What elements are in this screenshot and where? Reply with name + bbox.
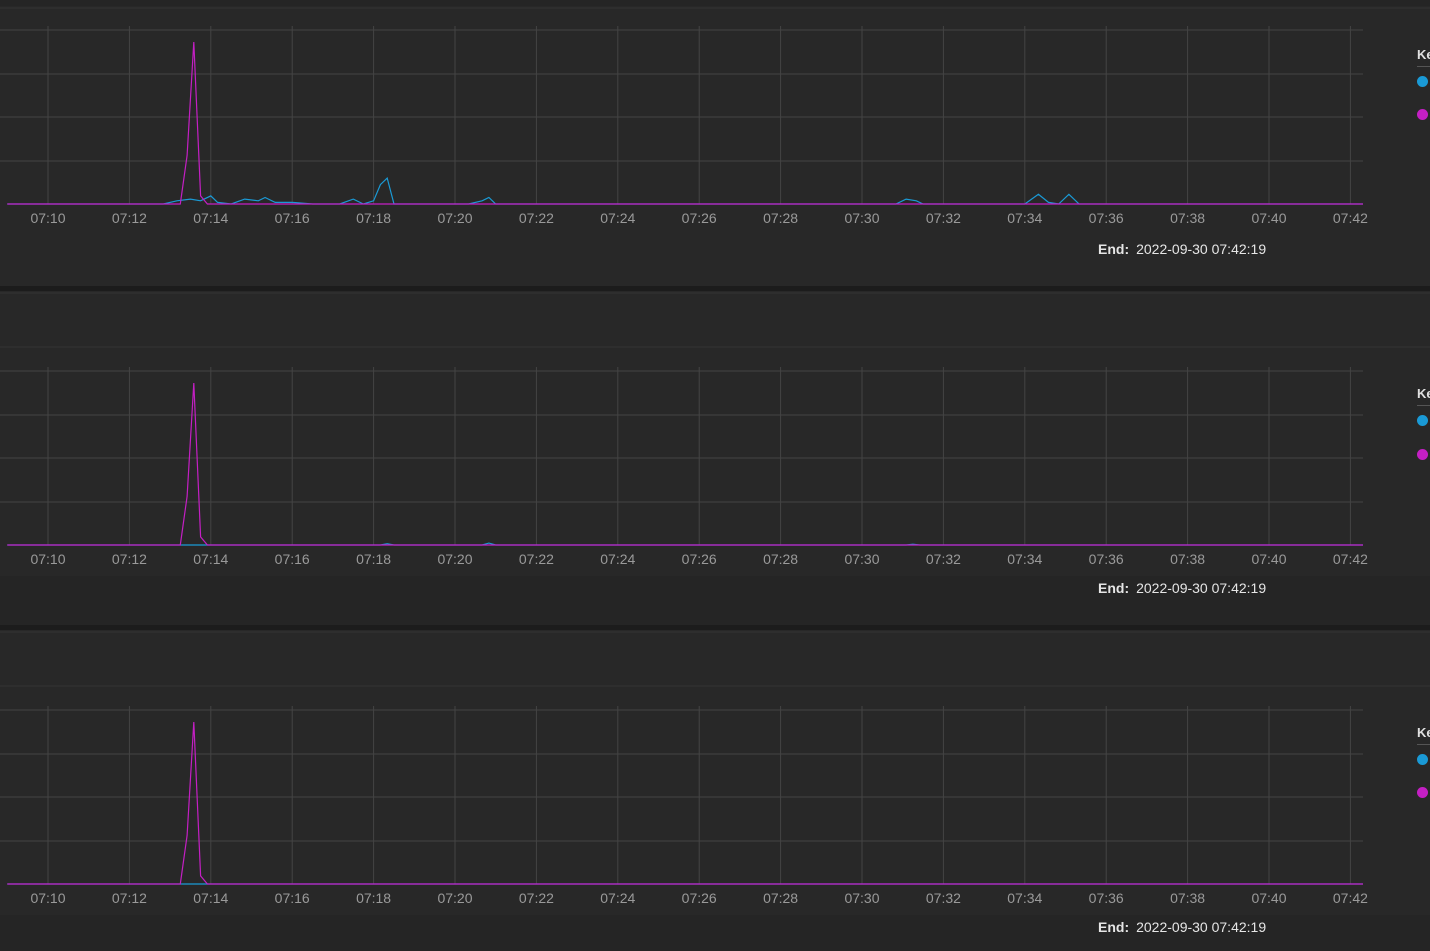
x-tick-label: 07:10 [30,890,65,906]
x-tick-label: 07:34 [1007,210,1042,226]
x-tick-label: 07:24 [600,210,635,226]
legend-dot-magenta[interactable] [1417,787,1428,798]
legend: Ke [1417,386,1430,460]
line-chart: 07:10 07:12 07:14 07:16 07:18 07:20 07:22 07:24… [0,631,1430,906]
x-tick-label: 07:12 [112,210,147,226]
x-tick-label: 07:22 [519,551,554,567]
x-tick-label: 07:32 [926,890,961,906]
x-tick-label: 07:26 [682,551,717,567]
legend-dot-blue[interactable] [1417,76,1428,87]
x-tick-label: 07:32 [926,551,961,567]
end-label: End: [1098,919,1130,935]
end-value: 2022-09-30 07:42:19 [1136,919,1267,935]
legend-title: Ke [1417,386,1430,406]
x-tick-label: 07:10 [30,551,65,567]
end-time-row: End: 2022-09-30 07:42:19 [1098,241,1266,257]
x-tick-label: 07:24 [600,551,635,567]
x-tick-label: 07:40 [1251,890,1286,906]
x-tick-label: 07:38 [1170,210,1205,226]
x-tick-label: 07:40 [1251,210,1286,226]
legend-title: Ke [1417,47,1430,67]
chart-panel-2: 07:10 07:12 07:14 07:16 07:18 07:20 07:22 07:24… [0,291,1430,596]
x-tick-label: 07:14 [193,551,228,567]
x-tick-label: 07:20 [437,890,472,906]
x-tick-label: 07:20 [437,551,472,567]
x-tick-label: 07:14 [193,890,228,906]
x-tick-label: 07:34 [1007,551,1042,567]
end-time-row: End: 2022-09-30 07:42:19 [1098,580,1266,596]
legend-dot-blue[interactable] [1417,415,1428,426]
x-tick-label: 07:22 [519,890,554,906]
legend-dot-magenta[interactable] [1417,109,1428,120]
x-tick-label: 07:28 [763,551,798,567]
x-tick-label: 07:16 [275,890,310,906]
end-label: End: [1098,580,1130,596]
x-tick-label: 07:16 [275,551,310,567]
x-tick-label: 07:36 [1089,210,1124,226]
x-tick-label: 07:40 [1251,551,1286,567]
x-tick-label: 07:28 [763,890,798,906]
x-tick-label: 07:36 [1089,890,1124,906]
x-tick-label: 07:42 [1333,890,1368,906]
legend-dot-magenta[interactable] [1417,449,1428,460]
x-tick-label: 07:18 [356,210,391,226]
x-tick-label: 07:42 [1333,551,1368,567]
legend: Ke [1417,725,1430,798]
legend-title: Ke [1417,725,1430,745]
x-tick-label: 07:10 [30,210,65,226]
end-time-row: End: 2022-09-30 07:42:19 [1098,919,1266,935]
x-tick-label: 07:34 [1007,890,1042,906]
x-tick-label: 07:28 [763,210,798,226]
end-value: 2022-09-30 07:42:19 [1136,241,1267,257]
x-tick-label: 07:26 [682,210,717,226]
x-tick-label: 07:38 [1170,890,1205,906]
chart-group: 07:10 07:12 07:14 07:16 07:18 07:20 07:22 07:24… [0,7,1430,226]
legend: Ke [1417,47,1430,120]
x-tick-label: 07:38 [1170,551,1205,567]
x-tick-label: 07:18 [356,890,391,906]
x-tick-label: 07:30 [844,890,879,906]
x-tick-label: 07:30 [844,551,879,567]
end-value: 2022-09-30 07:42:19 [1136,580,1267,596]
x-tick-label: 07:30 [844,210,879,226]
x-tick-label: 07:36 [1089,551,1124,567]
chart-group: 07:10 07:12 07:14 07:16 07:18 07:20 07:22 07:24… [0,631,1430,906]
chart-group: 07:10 07:12 07:14 07:16 07:18 07:20 07:22 07:24… [0,292,1430,567]
line-chart: 07:10 07:12 07:14 07:16 07:18 07:20 07:22 07:24… [0,292,1430,567]
x-tick-label: 07:20 [437,210,472,226]
x-tick-label: 07:22 [519,210,554,226]
legend-dot-blue[interactable] [1417,754,1428,765]
x-tick-label: 07:16 [275,210,310,226]
x-tick-label: 07:12 [112,890,147,906]
chart-panel-1: 07:10 07:12 07:14 07:16 07:18 07:20 07:22 07:24… [0,6,1430,291]
x-tick-label: 07:26 [682,890,717,906]
x-tick-label: 07:12 [112,551,147,567]
x-tick-label: 07:18 [356,551,391,567]
x-tick-label: 07:32 [926,210,961,226]
x-tick-label: 07:24 [600,890,635,906]
x-tick-label: 07:14 [193,210,228,226]
end-label: End: [1098,241,1130,257]
x-tick-label: 07:42 [1333,210,1368,226]
chart-panel-3: 07:10 07:12 07:14 07:16 07:18 07:20 07:22 07:24… [0,630,1430,935]
